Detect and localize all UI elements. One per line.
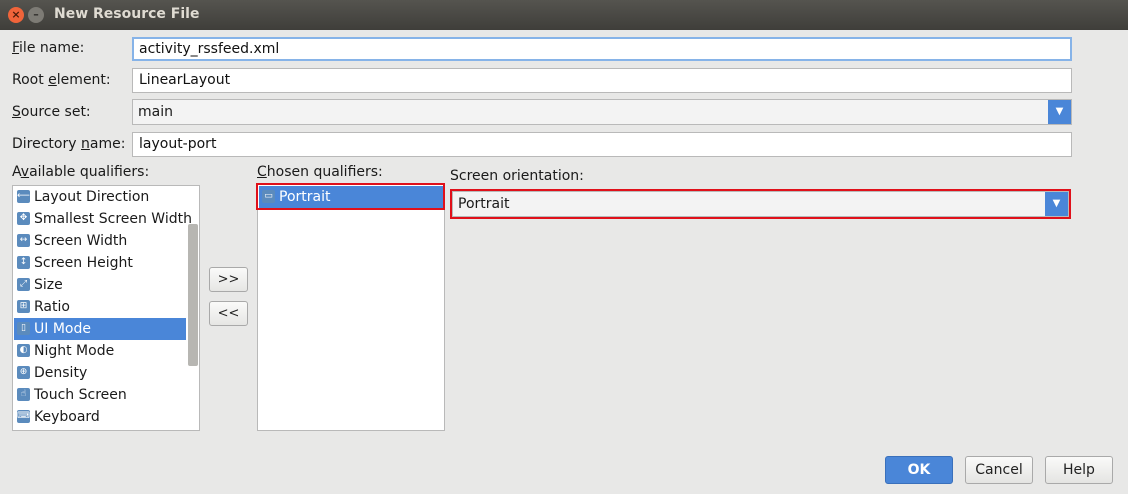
size-icon: ⤢ (17, 278, 30, 291)
add-qualifier-button[interactable]: >> (209, 267, 248, 292)
keyboard-icon: ⌨ (17, 410, 30, 423)
qualifier-label: Keyboard (34, 409, 100, 425)
directory-name-label: Directory name: (12, 136, 126, 152)
qualifier-item-screen-width[interactable]: ↔ Screen Width (14, 230, 186, 252)
title-bar: × – New Resource File (0, 0, 1128, 30)
qualifier-item-layout-direction[interactable]: ⟵ Layout Direction (14, 186, 186, 208)
ok-button[interactable]: OK (885, 456, 953, 484)
help-button[interactable]: Help (1045, 456, 1113, 484)
qualifier-item-touch-screen[interactable]: ☝ Touch Screen (14, 384, 186, 406)
available-qualifiers-label: Available qualifiers: (12, 164, 150, 180)
ratio-icon: ⊞ (17, 300, 30, 313)
qualifier-item-ratio[interactable]: ⊞ Ratio (14, 296, 186, 318)
chosen-qualifiers-list[interactable]: ▭ Portrait (257, 184, 445, 431)
smallest-width-icon: ✥ (17, 212, 30, 225)
available-qualifiers-scrollbar[interactable] (188, 224, 198, 366)
qualifier-label: Ratio (34, 299, 70, 315)
qualifier-label: Night Mode (34, 343, 115, 359)
minimize-icon[interactable]: – (28, 7, 44, 23)
chevron-down-icon[interactable]: ▼ (1048, 100, 1071, 124)
screen-orientation-label: Screen orientation: (450, 168, 584, 184)
screen-width-icon: ↔ (17, 234, 30, 247)
file-name-input[interactable]: activity_rssfeed.xml (132, 37, 1072, 61)
cancel-button[interactable]: Cancel (965, 456, 1033, 484)
density-icon: ⊕ (17, 366, 30, 379)
night-mode-icon: ◐ (17, 344, 30, 357)
chosen-portrait-highlight (256, 183, 445, 210)
close-icon[interactable]: × (8, 7, 24, 23)
qualifier-label: Touch Screen (34, 387, 127, 403)
chosen-qualifiers-label: Chosen qualifiers: (257, 164, 383, 180)
qualifier-item-density[interactable]: ⊕ Density (14, 362, 186, 384)
available-qualifiers-list[interactable]: ⟵ Layout Direction ✥ Smallest Screen Width ↔… (12, 185, 200, 431)
qualifier-item-screen-height[interactable]: ↕ Screen Height (14, 252, 186, 274)
touch-screen-icon: ☝ (17, 388, 30, 401)
qualifier-item-smallest-screen-width[interactable]: ✥ Smallest Screen Width (14, 208, 192, 230)
qualifier-item-night-mode[interactable]: ◐ Night Mode (14, 340, 186, 362)
source-set-value: main (138, 104, 173, 120)
file-name-label: File name: (12, 40, 85, 56)
ui-mode-icon: ▯ (17, 322, 30, 335)
layout-direction-icon: ⟵ (17, 190, 30, 203)
qualifier-label: Size (34, 277, 63, 293)
root-element-input[interactable]: LinearLayout (132, 68, 1072, 93)
orientation-highlight (450, 189, 1071, 219)
window-title: New Resource File (54, 6, 200, 22)
qualifier-label: Screen Height (34, 255, 133, 271)
directory-name-input[interactable]: layout-port (132, 132, 1072, 157)
qualifier-item-ui-mode[interactable]: ▯ UI Mode (14, 318, 186, 340)
qualifier-label: Density (34, 365, 88, 381)
screen-height-icon: ↕ (17, 256, 30, 269)
qualifier-label: Layout Direction (34, 189, 150, 205)
root-element-label: Root element: (12, 72, 111, 88)
qualifier-item-keyboard[interactable]: ⌨ Keyboard (14, 406, 186, 428)
remove-qualifier-button[interactable]: << (209, 301, 248, 326)
qualifier-label: Smallest Screen Width (34, 211, 192, 227)
qualifier-label: Screen Width (34, 233, 128, 249)
qualifier-label: UI Mode (34, 321, 91, 337)
source-set-label: Source set: (12, 104, 91, 120)
source-set-dropdown[interactable]: main ▼ (132, 99, 1072, 125)
qualifier-item-size[interactable]: ⤢ Size (14, 274, 186, 296)
